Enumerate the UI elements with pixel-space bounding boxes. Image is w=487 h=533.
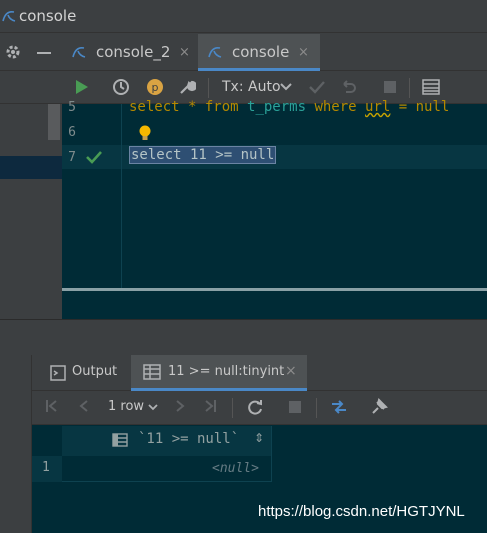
close-icon[interactable]: ×	[298, 45, 309, 60]
row-number: 1	[42, 460, 50, 475]
rollback-icon[interactable]	[340, 78, 358, 96]
wrench-icon[interactable]	[178, 78, 196, 96]
table-view-icon[interactable]	[422, 78, 440, 96]
left-panel-selection	[0, 156, 62, 179]
commit-icon[interactable]	[308, 78, 326, 96]
row-count-label: 1 row	[108, 399, 145, 414]
sql-keyword: where	[314, 99, 357, 115]
tab-result[interactable]: 11 >= null:tinyint ×	[131, 355, 307, 391]
editor-empty-area	[62, 291, 487, 319]
tab-label: Output	[72, 364, 118, 379]
tab-label: console	[232, 43, 290, 61]
table-icon	[143, 364, 161, 380]
toolbar-separator	[208, 78, 209, 98]
tab-console[interactable]: console ×	[198, 34, 320, 71]
stop-icon[interactable]	[288, 400, 302, 414]
statement-success-icon	[86, 150, 102, 164]
previous-page-icon[interactable]	[76, 398, 92, 414]
sql-keyword: from	[204, 99, 239, 115]
line-number: 5	[68, 100, 76, 115]
stop-icon[interactable]	[383, 80, 397, 94]
close-icon[interactable]: ×	[285, 363, 297, 379]
left-panel-scroll-thumb[interactable]	[48, 104, 60, 140]
column-type-icon	[112, 433, 128, 447]
sql-unresolved-column: url	[365, 99, 391, 115]
tab-label: console_2	[96, 43, 171, 61]
profile-icon[interactable]: p	[146, 78, 164, 96]
cell-value: <null>	[212, 461, 259, 476]
transaction-mode-label: Tx: Auto	[222, 79, 281, 95]
history-icon[interactable]	[112, 78, 130, 96]
mysql-console-icon	[208, 45, 222, 59]
toolbar-separator	[316, 398, 317, 418]
gutter-divider	[121, 104, 122, 292]
gear-icon[interactable]	[4, 43, 22, 61]
tab-console-2[interactable]: console_2 ×	[62, 34, 198, 71]
lightbulb-icon[interactable]	[138, 124, 152, 142]
close-icon[interactable]: ×	[179, 45, 190, 60]
tab-output[interactable]: Output	[40, 355, 128, 391]
minimize-icon[interactable]	[37, 52, 51, 54]
toolbar-separator	[409, 78, 410, 98]
transaction-mode-dropdown[interactable]: Tx: Auto	[222, 79, 281, 95]
column-header-label: `11 >= null`	[138, 431, 240, 447]
sql-editor[interactable]	[62, 104, 487, 292]
panel-splitter[interactable]	[0, 319, 487, 355]
last-page-icon[interactable]	[202, 398, 218, 414]
refresh-icon[interactable]	[246, 398, 264, 416]
pin-icon[interactable]	[370, 398, 388, 416]
code-line-7-selected: select 11 >= null	[129, 146, 277, 164]
chevron-down-icon[interactable]	[280, 82, 292, 92]
mysql-console-icon	[72, 45, 86, 59]
line-number: 6	[68, 125, 76, 140]
code-line-5: select * from t_perms where url = null	[129, 99, 449, 115]
tab-label: 11 >= null:tinyint	[168, 364, 285, 379]
watermark: https://blog.csdn.net/HGTJYNL	[258, 503, 465, 520]
mysql-console-icon	[2, 9, 16, 23]
profile-badge-letter: p	[152, 81, 159, 94]
sql-token: *	[179, 99, 205, 115]
output-console-icon	[50, 365, 66, 381]
chevron-down-icon[interactable]	[148, 403, 158, 411]
toolbar-separator	[232, 398, 233, 418]
row-count-dropdown[interactable]: 1 row	[108, 399, 144, 414]
window-title: console	[19, 7, 77, 25]
sql-keyword: select	[129, 99, 180, 115]
sql-token: = null	[390, 99, 450, 115]
results-side-strip	[0, 355, 32, 533]
run-icon[interactable]	[74, 78, 90, 96]
compare-icon[interactable]	[330, 398, 348, 416]
first-page-icon[interactable]	[44, 398, 60, 414]
sql-table-name: t_perms	[238, 99, 315, 115]
sort-icon[interactable]: ⇕	[254, 431, 264, 445]
line-number: 7	[68, 150, 76, 165]
next-page-icon[interactable]	[172, 398, 188, 414]
